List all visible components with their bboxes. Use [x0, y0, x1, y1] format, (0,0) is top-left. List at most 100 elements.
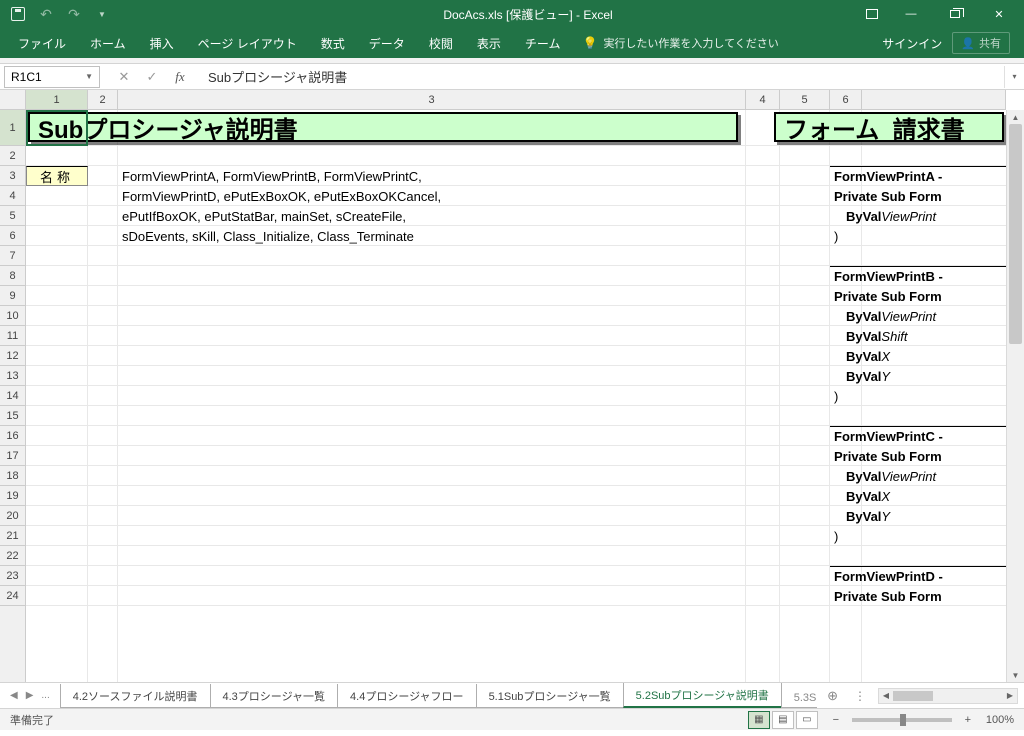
- row-header[interactable]: 2: [0, 146, 25, 166]
- cells-area[interactable]: Subプロシージャ説明書フォーム_請求書名称FormViewPrintA, Fo…: [26, 110, 1006, 682]
- row-header[interactable]: 6: [0, 226, 25, 246]
- sheet-tab-bar: ◀ ▶ ... 4.2ソースファイル説明書4.3プロシージャ一覧4.4プロシージ…: [0, 682, 1024, 708]
- col-header[interactable]: 4: [746, 90, 780, 109]
- code-line: FormViewPrintC -: [834, 426, 943, 446]
- row-header[interactable]: 11: [0, 326, 25, 346]
- row-header[interactable]: 19: [0, 486, 25, 506]
- sheet-tab[interactable]: 5.2Subプロシージャ説明書: [623, 683, 782, 708]
- row-header[interactable]: 16: [0, 426, 25, 446]
- col-header[interactable]: 6: [830, 90, 862, 109]
- row-header[interactable]: 9: [0, 286, 25, 306]
- status-ready: 準備完了: [10, 712, 54, 728]
- row-header[interactable]: 12: [0, 346, 25, 366]
- sheet-tab[interactable]: 5.3S ...: [781, 688, 817, 708]
- row-header[interactable]: 5: [0, 206, 25, 226]
- fx-icon[interactable]: fx: [170, 69, 190, 85]
- sheet-tab[interactable]: 4.3プロシージャ一覧: [210, 684, 339, 708]
- col-header[interactable]: 5: [780, 90, 830, 109]
- code-line: Private Sub Form: [834, 186, 942, 206]
- row-header[interactable]: 24: [0, 586, 25, 606]
- tab-pagelayout[interactable]: ページ レイアウト: [186, 28, 309, 58]
- row-header[interactable]: 4: [0, 186, 25, 206]
- proc-line: FormViewPrintA, FormViewPrintB, FormView…: [122, 166, 422, 186]
- close-button[interactable]: ✕: [978, 0, 1020, 28]
- row-header[interactable]: 23: [0, 566, 25, 586]
- row-header[interactable]: 7: [0, 246, 25, 266]
- status-bar: 準備完了 ▦ ▤ ▭ − + 100%: [0, 708, 1024, 730]
- row-header[interactable]: 1: [0, 110, 25, 146]
- proc-line: FormViewPrintD, ePutExBoxOK, ePutExBoxOK…: [122, 186, 441, 206]
- row-header[interactable]: 15: [0, 406, 25, 426]
- zoom-track[interactable]: [852, 718, 952, 722]
- qat-dropdown-icon[interactable]: ▼: [94, 6, 110, 22]
- code-line: ): [834, 526, 838, 546]
- code-line: ByVal X: [834, 486, 890, 506]
- zoom-slider: − +: [828, 714, 976, 726]
- row-header[interactable]: 8: [0, 266, 25, 286]
- tell-me-placeholder: 実行したい作業を入力してください: [603, 35, 778, 51]
- enter-icon[interactable]: ✓: [142, 69, 162, 85]
- tab-home[interactable]: ホーム: [78, 28, 138, 58]
- chevron-down-icon[interactable]: ▼: [85, 72, 93, 81]
- sheet-menu-icon[interactable]: ⋮: [848, 689, 872, 703]
- page-break-view-icon[interactable]: ▭: [796, 711, 818, 729]
- formula-input[interactable]: Subプロシージャ説明書: [200, 67, 1004, 86]
- page-layout-view-icon[interactable]: ▤: [772, 711, 794, 729]
- row-header[interactable]: 14: [0, 386, 25, 406]
- sheet-nav-next-icon[interactable]: ▶: [26, 690, 34, 701]
- signin-link[interactable]: サインイン: [882, 35, 942, 52]
- normal-view-icon[interactable]: ▦: [748, 711, 770, 729]
- row-header[interactable]: 3: [0, 166, 25, 186]
- row-header[interactable]: 21: [0, 526, 25, 546]
- code-line: FormViewPrintA -: [834, 166, 942, 186]
- tell-me-search[interactable]: 💡 実行したい作業を入力してください: [572, 35, 778, 51]
- tab-team[interactable]: チーム: [513, 28, 573, 58]
- save-icon[interactable]: [10, 6, 26, 22]
- lightbulb-icon: 💡: [582, 36, 597, 50]
- cancel-icon[interactable]: ✕: [114, 69, 134, 85]
- zoom-in-button[interactable]: +: [960, 714, 976, 726]
- select-all-corner[interactable]: [0, 90, 26, 110]
- row-header[interactable]: 10: [0, 306, 25, 326]
- hscroll-thumb[interactable]: [893, 691, 933, 701]
- scroll-up-icon[interactable]: ▲: [1007, 110, 1024, 124]
- add-sheet-button[interactable]: ⊕: [817, 688, 848, 704]
- col-header[interactable]: 1: [26, 90, 88, 109]
- vertical-scrollbar[interactable]: ▲ ▼: [1006, 110, 1024, 682]
- sheet-tab[interactable]: 4.4プロシージャフロー: [337, 684, 477, 708]
- vscroll-thumb[interactable]: [1009, 124, 1022, 344]
- tab-data[interactable]: データ: [357, 28, 417, 58]
- redo-icon[interactable]: ↷: [66, 6, 82, 22]
- scroll-right-icon[interactable]: ▶: [1003, 689, 1017, 703]
- tab-view[interactable]: 表示: [465, 28, 513, 58]
- minimize-button[interactable]: —: [890, 0, 932, 28]
- tab-formulas[interactable]: 数式: [309, 28, 357, 58]
- tab-review[interactable]: 校閲: [417, 28, 465, 58]
- tab-file[interactable]: ファイル: [6, 28, 78, 58]
- col-header[interactable]: 2: [88, 90, 118, 109]
- share-button[interactable]: 👤 共有: [952, 32, 1010, 54]
- zoom-percent[interactable]: 100%: [986, 714, 1014, 726]
- row-header[interactable]: 18: [0, 466, 25, 486]
- ribbon-display-icon[interactable]: [856, 0, 888, 28]
- sheet-tab[interactable]: 5.1Subプロシージャ一覧: [476, 684, 624, 708]
- row-header[interactable]: 13: [0, 366, 25, 386]
- column-headers: 123456: [26, 90, 1006, 110]
- undo-icon[interactable]: ↶: [38, 6, 54, 22]
- sheet-nav-more[interactable]: ...: [41, 690, 49, 701]
- row-header[interactable]: 22: [0, 546, 25, 566]
- sheet-nav-prev-icon[interactable]: ◀: [10, 690, 18, 701]
- horizontal-scrollbar[interactable]: ◀ ▶: [878, 688, 1018, 704]
- col-header[interactable]: 3: [118, 90, 746, 109]
- zoom-out-button[interactable]: −: [828, 714, 844, 726]
- tab-insert[interactable]: 挿入: [138, 28, 186, 58]
- scroll-left-icon[interactable]: ◀: [879, 689, 893, 703]
- scroll-down-icon[interactable]: ▼: [1007, 668, 1024, 682]
- formula-expand-icon[interactable]: ▾: [1004, 66, 1024, 88]
- row-header[interactable]: 20: [0, 506, 25, 526]
- restore-button[interactable]: [934, 0, 976, 28]
- row-header[interactable]: 17: [0, 446, 25, 466]
- sheet-tab[interactable]: 4.2ソースファイル説明書: [60, 684, 211, 708]
- name-box[interactable]: R1C1 ▼: [4, 66, 100, 88]
- zoom-thumb[interactable]: [900, 714, 906, 726]
